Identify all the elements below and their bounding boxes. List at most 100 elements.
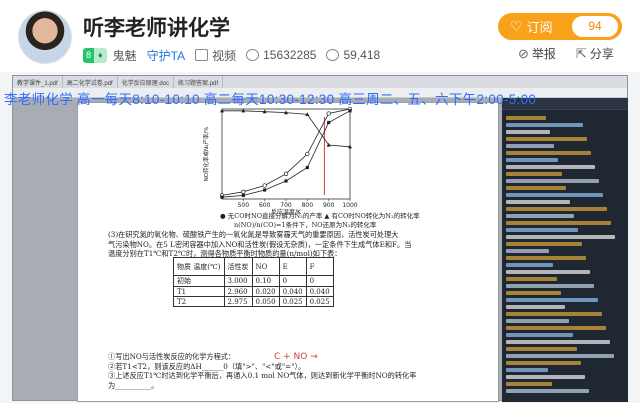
x-tick-label: 1000 [342,202,357,209]
share-button[interactable]: ⇱ 分享 [576,45,624,62]
table-cell: 初始 [173,275,225,287]
level-number: 8 [83,47,95,63]
chat-message [506,319,569,323]
table-header-cell: E [278,257,307,276]
table-cell: T1 [173,286,225,297]
chat-message [506,151,591,155]
table-cell: 0 [278,275,307,287]
fans-count-value: 59,418 [343,48,381,62]
y-axis-label: NO转化率或N₂产率/% [202,127,210,182]
x-tick-label: 500 [238,202,250,209]
chat-message [506,347,577,351]
table-cell: 0.025 [278,296,307,307]
table-header-cell: NO [251,257,280,276]
table-row: T1 2.960 0.020 0.040 0.040 [173,286,334,297]
streamer-avatar[interactable] [18,10,72,64]
document-tab[interactable]: 练习题答案.pdf [174,76,224,88]
data-point [327,120,331,125]
share-icon: ⇱ [575,45,587,61]
table-header-row: 物质 温度(℃) 活性炭 NO E F [173,257,334,276]
data-point [262,183,267,188]
document-tabs: 教学课件_1.pdf 高二化学试卷.pdf 化学反应原理.doc 练习题答案.p… [13,76,627,88]
table-cell: T2 [173,296,225,307]
chat-message [506,270,590,274]
chat-message [506,382,552,386]
chat-message [506,249,549,253]
chat-message [506,116,546,120]
x-tick-label: 900 [323,202,335,209]
chat-message [506,186,566,190]
chat-message [506,207,607,211]
document-tab[interactable]: 教学课件_1.pdf [13,76,63,88]
header-actions: ⊘ 举报 ⇱ 分享 [518,45,634,62]
video-icon [195,49,209,61]
data-point [241,193,245,197]
report-button[interactable]: ⊘ 举报 [518,45,566,62]
chat-message [506,214,574,218]
document-tab[interactable]: 化学反应原理.doc [118,76,175,88]
subscribe-count: 94 [572,16,618,37]
table-cell: 0.10 [251,275,280,287]
chat-message [506,179,599,183]
question-line: ②若T1<T2，则该反应的ΔH______0（填">"、"<"或"="）。 [108,361,306,371]
chat-message [506,263,553,267]
chat-message [506,221,611,225]
table-row: 初始 3.000 0.10 0 0 [173,275,334,287]
question-line: 为__________。 [108,380,159,390]
room-id-number: 15632285 [263,48,317,62]
chat-message [506,284,594,288]
chat-message [506,368,548,372]
data-point [263,188,267,192]
subscribe-label: 订阅 [526,20,553,35]
shared-screen: 教学课件_1.pdf 高二化学试卷.pdf 化学反应原理.doc 练习题答案.p… [12,75,628,402]
chat-message [506,228,578,232]
data-point [241,189,246,194]
paragraph-line: (3)在研究氮的氧化物、硫酸铁产生的一氧化氮是导致雾霾天气的重要原因，活性炭可处… [108,230,399,239]
line-chart: 500 600 700 800 900 1000反应温度/KNO转化率或N₂产率/% [202,106,358,215]
data-point [326,111,331,116]
x-tick-label: 600 [259,202,271,209]
chat-message [506,312,602,316]
fans-count: 59,418 [326,48,380,62]
chat-message [506,123,583,127]
teacher-handwriting: C + NO → [274,352,318,362]
question-line: ①写出NO与活性炭反应的化学方程式： [108,352,236,361]
table-header-cell: F [305,257,334,276]
data-point [305,165,309,170]
data-point [348,109,352,113]
series-line [221,110,351,198]
data-point [220,195,224,199]
chat-message [506,375,585,379]
table-header-cell: 活性炭 [223,257,253,276]
chat-sidebar[interactable] [502,98,628,402]
report-label: 举报 [531,47,556,61]
level-badge[interactable]: 8 ♦ [83,47,107,63]
video-link[interactable]: 视频 [195,47,236,64]
chat-message [506,298,598,302]
chat-message [506,235,615,239]
table-header-cell: 物质 温度(℃) [173,257,225,276]
table-cell: 2.975 [223,296,253,307]
paragraph-line: 气污染物NO。在5 L密闭容器中加入NO和活性炭(假设无杂质)，一定条件下生成气… [108,239,412,249]
document-tab[interactable]: 高二化学试卷.pdf [63,76,118,88]
channel-header: 听李老师讲化学 8 ♦ 鬼魅 守护TA 视频 15632285 59,418 ♡ [0,0,640,72]
share-label: 分享 [589,47,614,61]
chat-message [506,130,550,134]
plot-frame [221,108,351,200]
table-cell: 0.025 [305,296,334,307]
chat-message [506,200,570,204]
report-icon: ⊘ [518,45,529,61]
video-player[interactable]: 李老师化学 高一每天8:10-10:10 高二每天10:30-12:30 高三周… [0,72,640,403]
table-cell: 0.040 [305,286,334,297]
chat-message [506,326,606,330]
data-table: 物质 温度(℃) 活性炭 NO E F 初始 3.000 0.10 0 0 T1… [173,257,334,307]
x-tick-label: 800 [302,202,314,209]
table-cell: 0.050 [251,296,280,307]
guard-link[interactable]: 守护TA [147,47,185,64]
table-cell: 0 [305,275,334,287]
room-id: 15632285 [246,48,316,62]
subscribe-button[interactable]: ♡ 订阅 94 [498,13,622,40]
channel-meta: 8 ♦ 鬼魅 守护TA 视频 15632285 59,418 [83,46,390,64]
chat-message [506,305,565,309]
live-stream-page: 听李老师讲化学 8 ♦ 鬼魅 守护TA 视频 15632285 59,418 ♡ [0,0,640,403]
